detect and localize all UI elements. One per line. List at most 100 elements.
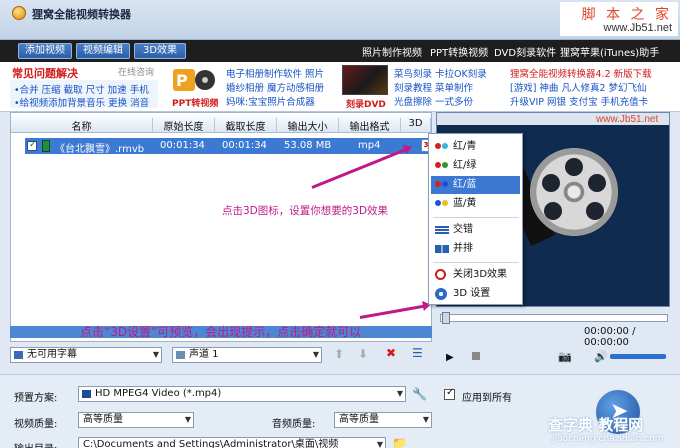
file-list[interactable]: 名称 原始长度 截取长度 输出大小 输出格式 3D 《台北飘雪》.rmvb 00… (10, 112, 437, 342)
menu-item-interlace[interactable]: 交错 (431, 221, 520, 239)
chevron-down-icon: ▼ (422, 415, 429, 424)
menu-separator (433, 217, 519, 218)
faq-line[interactable]: •给视频添加背景音乐 更换 消音 (14, 95, 149, 109)
menu-separator (433, 262, 519, 263)
dvd-label[interactable]: 刻录DVD (346, 97, 386, 110)
menu-item-red-green[interactable]: 红/绿 (431, 157, 520, 175)
add-video-button[interactable]: 添加视频 (18, 43, 72, 59)
edit-video-button[interactable]: 视频编辑 (76, 43, 130, 59)
mp4-icon (82, 390, 91, 398)
seek-bar[interactable] (440, 314, 668, 322)
svg-text:P: P (176, 71, 188, 90)
menu-item-3d-settings[interactable]: 3D 设置 (431, 285, 520, 303)
output-format[interactable]: mp4 (358, 140, 380, 151)
film-icon (42, 140, 50, 152)
volume-slider[interactable] (610, 354, 666, 359)
apply-all-label[interactable]: 应用到所有 (462, 389, 512, 404)
delete-icon[interactable]: ✖ (386, 346, 396, 360)
menu-link-ppt-video[interactable]: PPT转换视频 (430, 44, 488, 59)
watermark-line2: www.Jb51.net (603, 22, 672, 34)
3d-context-menu: 红/青 红/绿 红/蓝 蓝/黄 交错 并排 关闭3D效果 3D 设置 (428, 133, 523, 305)
side-by-side-icon (435, 245, 449, 253)
ad-link[interactable]: 升级VIP 网银 支付宝 手机充值卡 (510, 94, 648, 108)
output-dir-select[interactable]: C:\Documents and Settings\Administrator\… (78, 437, 386, 448)
preset-select[interactable]: HD MPEG4 Video (*.mp4) ▼ (78, 386, 406, 402)
col-cut-header[interactable]: 截取长度 (215, 118, 277, 133)
interlace-icon (435, 226, 449, 234)
menu-item-blue-yellow[interactable]: 蓝/黄 (431, 195, 520, 213)
row-checkbox[interactable] (27, 140, 37, 151)
video-quality-label: 视频质量: (14, 419, 58, 430)
menu-item-label: 关闭3D效果 (453, 269, 508, 280)
list-header: 名称 原始长度 截取长度 输出大小 输出格式 3D (11, 115, 431, 133)
menu-bar: 添加视频 视频编辑 3D效果 照片制作视频 PPT转换视频 DVD刻录软件 狸窝… (0, 40, 680, 62)
folder-icon[interactable]: 📁 (392, 436, 407, 448)
table-row[interactable]: 《台北飘雪》.rmvb 00:01:34 00:01:34 53.08 MB m… (25, 138, 437, 155)
ad-link[interactable]: 刻录教程 菜单制作 (394, 80, 473, 94)
watermark-site: www.Jb51.net (596, 114, 659, 125)
col-size-header[interactable]: 输出大小 (277, 118, 339, 133)
apply-all-checkbox[interactable] (444, 387, 455, 400)
menu-item-label: 并排 (453, 243, 473, 254)
subtitle-value: 无可用字幕 (27, 349, 77, 360)
subtitle-select[interactable]: 无可用字幕 ▼ (10, 347, 162, 363)
menu-item-side-by-side[interactable]: 并排 (431, 240, 520, 258)
menu-item-label: 红/绿 (453, 160, 477, 171)
move-up-icon[interactable]: ⬆ (334, 347, 344, 361)
faq-title: 常见问题解决 (12, 67, 78, 80)
faq-line[interactable]: •合并 压缩 截取 尺寸 加速 手机 (14, 82, 149, 96)
red-green-glasses-icon (435, 162, 449, 170)
faq-online-link[interactable]: 在线咨询 (118, 65, 154, 78)
menu-link-dvd[interactable]: DVD刻录软件 (494, 44, 556, 59)
menu-item-disable-3d[interactable]: 关闭3D效果 (431, 266, 520, 284)
ad-link[interactable]: 电子相册制作软件 照片 (226, 66, 324, 80)
col-3d-header[interactable]: 3D (401, 118, 431, 132)
ppt-label[interactable]: PPT转视频 (172, 96, 218, 109)
app-title: 狸窝全能视频转换器 (32, 8, 131, 21)
ad-link[interactable]: 光盘擦除 一式多份 (394, 94, 473, 108)
subtitle-icon (14, 351, 23, 359)
audio-icon (176, 351, 185, 359)
move-down-icon[interactable]: ⬇ (358, 347, 368, 361)
audio-track-value: 声道 1 (189, 349, 219, 360)
ad-link[interactable]: [游戏] 神曲 凡人修真2 梦幻飞仙 (510, 80, 647, 94)
menu-link-photo-video[interactable]: 照片制作视频 (362, 44, 422, 59)
ad-link[interactable]: 菜鸟刻录 卡拉OK刻录 (394, 66, 487, 80)
ad-link[interactable]: 妈咪:宝宝照片合成器 (226, 94, 315, 108)
col-orig-header[interactable]: 原始长度 (153, 118, 215, 133)
ad-link[interactable]: 婚纱相册 魔方动感相册 (226, 80, 324, 94)
gear-icon (435, 288, 447, 300)
faq-box: •合并 压缩 截取 尺寸 加速 手机 •给视频添加背景音乐 更换 消音 (10, 80, 158, 109)
menu-link-itunes[interactable]: 狸窝苹果(iTunes)助手 (560, 44, 659, 59)
ad-banner: 常见问题解决 在线咨询 •合并 压缩 截取 尺寸 加速 手机 •给视频添加背景音… (0, 62, 680, 112)
ad-link[interactable]: 狸窝全能视频转换器4.2 新版下载 (510, 66, 652, 80)
col-format-header[interactable]: 输出格式 (339, 118, 401, 133)
video-quality-value: 高等质量 (83, 414, 123, 425)
wrench-icon[interactable]: 🔧 (412, 387, 427, 401)
menu-item-label: 红/青 (453, 141, 477, 152)
menu-item-red-blue[interactable]: 红/蓝 (431, 176, 520, 194)
output-dir-label: 输出目录: (14, 440, 57, 448)
watermark-bottom-url: jiaocheng.chazidian.com (552, 434, 664, 444)
camera-icon[interactable]: 📷 (558, 350, 572, 363)
seek-knob[interactable] (442, 312, 450, 324)
list-menu-icon[interactable]: ☰ (412, 346, 423, 360)
menu-item-red-cyan[interactable]: 红/青 (431, 138, 520, 156)
col-name-header[interactable]: 名称 (11, 118, 153, 133)
stop-icon[interactable] (472, 352, 480, 360)
play-icon[interactable]: ▶ (446, 352, 454, 363)
preset-value: HD MPEG4 Video (*.mp4) (95, 388, 222, 399)
red-blue-glasses-icon (435, 181, 449, 189)
dvd-thumbnail[interactable] (342, 65, 388, 95)
video-quality-select[interactable]: 高等质量 ▼ (78, 412, 194, 428)
volume-icon[interactable]: 🔊 (594, 350, 608, 363)
ppt-logo-icon[interactable]: P (172, 66, 216, 94)
3d-effect-button[interactable]: 3D效果 (134, 43, 186, 59)
audio-quality-select[interactable]: 高等质量 ▼ (334, 412, 432, 428)
red-cyan-glasses-icon (435, 143, 449, 151)
film-reel-icon (530, 148, 618, 236)
audio-track-select[interactable]: 声道 1 ▼ (172, 347, 322, 363)
chevron-down-icon: ▼ (376, 440, 383, 448)
watermark-top: 脚 本 之 家 www.Jb51.net (560, 2, 678, 36)
chevron-down-icon: ▼ (152, 350, 159, 359)
